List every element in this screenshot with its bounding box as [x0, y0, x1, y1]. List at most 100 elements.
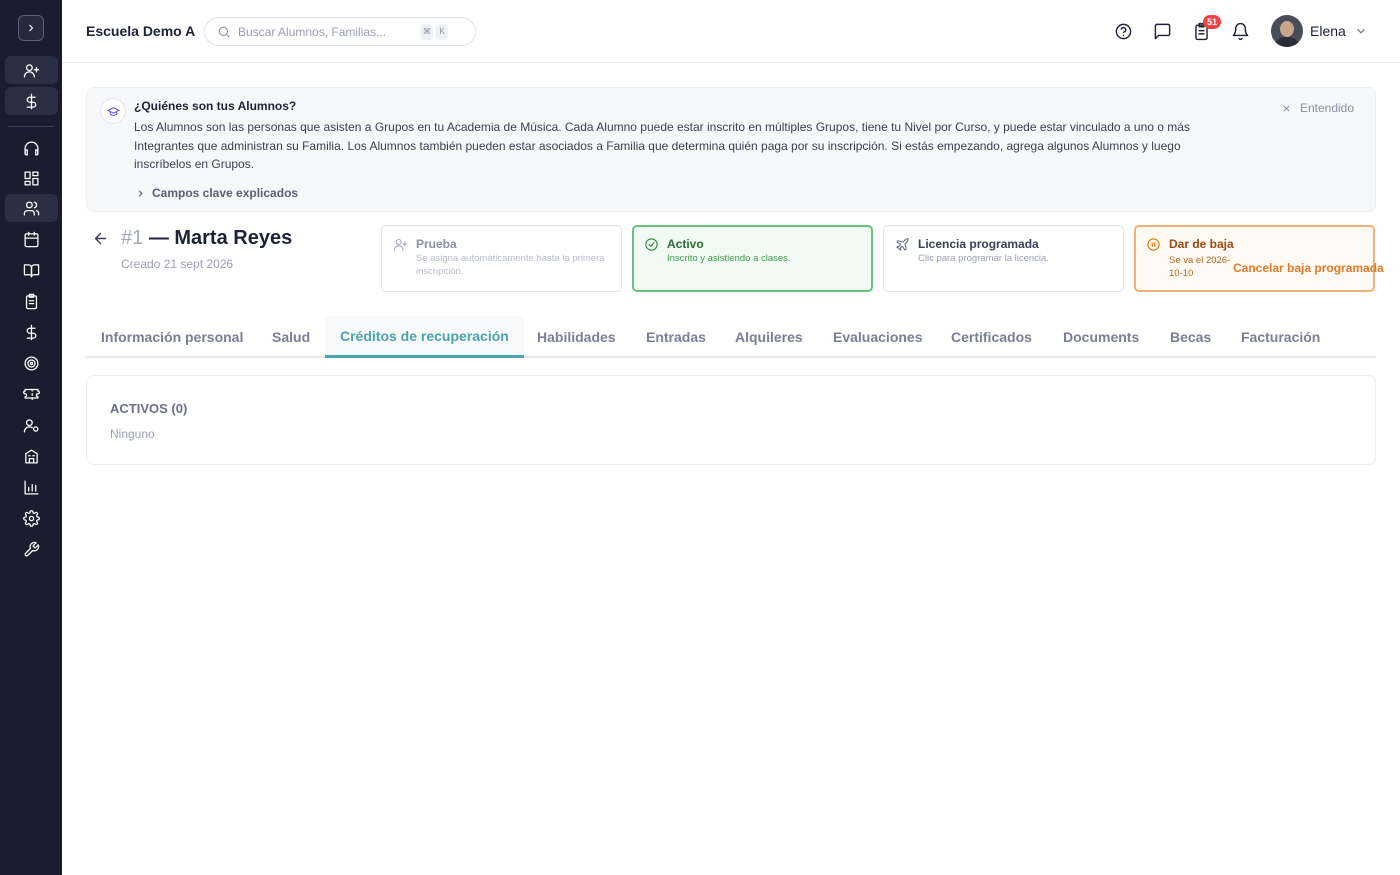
- tab-billing[interactable]: Facturación: [1226, 316, 1335, 358]
- sidebar-item-reports[interactable]: [5, 473, 58, 501]
- status-card-subtitle: Inscrito y asistiendo a clases.: [667, 253, 791, 264]
- plane-icon: [896, 238, 909, 251]
- student-number: #1: [121, 227, 144, 249]
- status-card-title: Prueba: [416, 237, 457, 251]
- status-card-leave[interactable]: Licencia programada Clic para programar …: [883, 225, 1124, 292]
- status-card-subtitle: Se asigna automáticamente hasta la prime…: [416, 253, 605, 277]
- school-name[interactable]: Escuela Demo A: [86, 23, 195, 39]
- user-name[interactable]: Elena: [1310, 23, 1346, 39]
- wrench-icon: [24, 541, 40, 556]
- tab-health[interactable]: Salud: [257, 316, 325, 358]
- shortcut-key-k: K: [436, 23, 448, 40]
- sidebar-item-settings[interactable]: [5, 504, 58, 532]
- user-avatar[interactable]: [1271, 15, 1303, 47]
- status-card-trial[interactable]: Prueba Se asigna automáticamente hasta l…: [381, 225, 622, 292]
- search-icon: [218, 26, 230, 38]
- tab-documents[interactable]: Documents: [1048, 316, 1154, 358]
- tab-certificates[interactable]: Certificados: [936, 316, 1047, 358]
- student-title: #1 — Marta Reyes: [121, 227, 292, 250]
- clipboard-icon: [25, 293, 38, 309]
- chevron-right-icon: [29, 24, 34, 32]
- tab-personal-info[interactable]: Información personal: [86, 316, 258, 358]
- key-fields-label: Campos clave explicados: [152, 186, 299, 200]
- banner-text: Los Alumnos son las personas que asisten…: [134, 120, 1190, 171]
- global-search[interactable]: ⌘ K: [204, 17, 476, 46]
- tab-skills[interactable]: Habilidades: [522, 316, 631, 358]
- top-bar: Escuela Demo A ⌘ K 51 Elena: [62, 0, 1400, 63]
- sidebar-item-courses[interactable]: [5, 256, 58, 284]
- target-icon: [24, 355, 39, 371]
- sidebar-item-support[interactable]: [5, 134, 58, 162]
- sidebar-divider: [8, 126, 54, 127]
- tab-entries[interactable]: Entradas: [631, 316, 721, 358]
- sidebar: [0, 0, 62, 875]
- cancel-scheduled-drop-button[interactable]: Cancelar baja programada: [1233, 261, 1384, 275]
- key-fields-toggle[interactable]: Campos clave explicados: [135, 186, 298, 200]
- student-tabs: Información personal Salud Créditos de r…: [86, 316, 1376, 358]
- sidebar-item-students[interactable]: [5, 194, 58, 222]
- sidebar-item-calendar[interactable]: [5, 225, 58, 253]
- graduation-cap-icon: [106, 106, 120, 116]
- help-circle-icon: [1115, 23, 1131, 39]
- gear-icon: [23, 509, 40, 527]
- status-card-title: Licencia programada: [918, 237, 1039, 251]
- empty-state-text: Ninguno: [110, 427, 155, 441]
- avatar-body: [1275, 37, 1299, 47]
- sidebar-expand-button[interactable]: [18, 15, 44, 41]
- sidebar-item-attendance[interactable]: [5, 287, 58, 315]
- sidebar-item-billing[interactable]: [5, 318, 58, 346]
- bar-chart-icon: [24, 479, 39, 495]
- search-input[interactable]: [238, 24, 418, 39]
- message-square-icon: [1154, 23, 1170, 39]
- bell-icon: [1232, 22, 1248, 40]
- status-card-active[interactable]: Activo Inscrito y asistiendo a clases.: [632, 225, 873, 292]
- status-card-title: Dar de baja: [1169, 237, 1234, 251]
- sidebar-item-dashboard[interactable]: [5, 164, 58, 192]
- shortcut-key-cmd: ⌘: [421, 23, 433, 40]
- status-card-title: Activo: [667, 237, 704, 251]
- messages-button[interactable]: [1151, 20, 1173, 42]
- arrow-left-icon: [94, 232, 107, 245]
- active-credits-heading: ACTIVOS (0): [110, 401, 188, 416]
- tab-rentals[interactable]: Alquileres: [720, 316, 818, 358]
- makeup-credits-panel: ACTIVOS (0) Ninguno: [86, 375, 1376, 465]
- help-button[interactable]: [1112, 20, 1134, 42]
- sidebar-item-tickets[interactable]: [5, 380, 58, 408]
- dollar-icon: [26, 324, 37, 340]
- sidebar-item-tools[interactable]: [5, 535, 58, 563]
- tab-evaluations[interactable]: Evaluaciones: [818, 316, 938, 358]
- status-card-drop[interactable]: Dar de baja Se va el 2026-10-10: [1134, 225, 1375, 292]
- dashboard-grid-icon: [24, 170, 39, 186]
- user-menu-toggle[interactable]: [1354, 24, 1368, 43]
- sidebar-item-payments[interactable]: [5, 87, 58, 115]
- info-banner: ¿Quiénes son tus Alumnos? Los Alumnos so…: [86, 87, 1376, 212]
- avatar-face: [1280, 21, 1294, 37]
- pause-circle-icon: [1147, 238, 1160, 251]
- status-card-subtitle: Se va el 2026-10-10: [1169, 255, 1231, 279]
- book-open-icon: [23, 263, 40, 278]
- sidebar-item-locations[interactable]: [5, 442, 58, 470]
- tab-makeup-credits[interactable]: Créditos de recuperación: [325, 316, 524, 358]
- close-icon: [1283, 104, 1290, 112]
- tasks-count-badge: 51: [1202, 15, 1221, 29]
- notifications-button[interactable]: [1229, 20, 1251, 42]
- dismiss-banner-button[interactable]: Entendido: [1281, 101, 1354, 115]
- tab-scholarships[interactable]: Becas: [1155, 316, 1226, 358]
- tasks-button[interactable]: 51: [1190, 15, 1221, 42]
- check-circle-icon: [645, 238, 658, 251]
- student-name: — Marta Reyes: [148, 227, 293, 249]
- banner-title: ¿Quiénes son tus Alumnos?: [134, 99, 297, 113]
- user-plus-icon: [23, 63, 40, 78]
- back-button[interactable]: [92, 230, 109, 252]
- student-created-date: Creado 21 sept 2026: [121, 257, 234, 271]
- calendar-icon: [24, 231, 39, 247]
- sidebar-item-staff[interactable]: [5, 411, 58, 439]
- headphones-icon: [24, 140, 39, 156]
- user-settings-icon: [23, 418, 39, 433]
- sidebar-item-goals[interactable]: [5, 349, 58, 377]
- dismiss-label: Entendido: [1299, 101, 1354, 115]
- ticket-icon: [23, 388, 40, 400]
- sidebar-item-add-student[interactable]: [5, 56, 58, 84]
- chevron-right-icon: [138, 189, 143, 197]
- building-icon: [25, 448, 38, 464]
